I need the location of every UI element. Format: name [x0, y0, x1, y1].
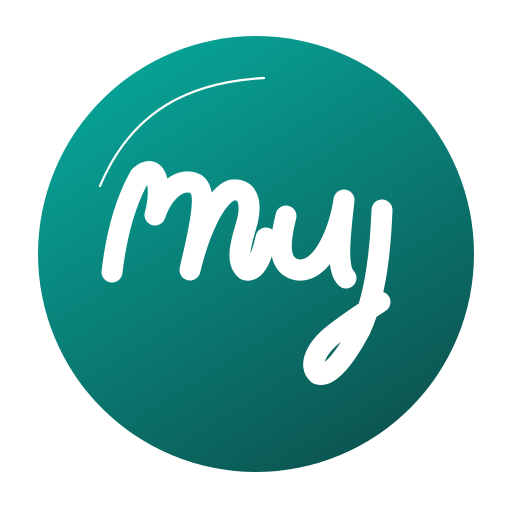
logo-svg — [38, 36, 474, 472]
app-logo — [0, 0, 512, 512]
